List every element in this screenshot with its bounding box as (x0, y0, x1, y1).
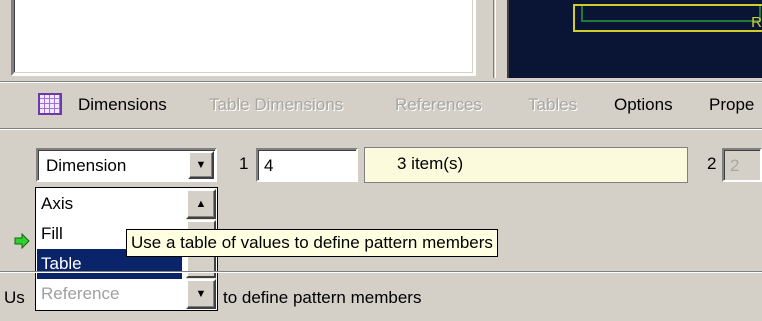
direction1-label: 1 (239, 154, 249, 173)
model-preview: R (507, 0, 762, 78)
pattern-grid-icon (38, 93, 62, 115)
status-text-suffix: to define pattern members (223, 288, 422, 307)
triangle-down-icon: ▼ (195, 288, 207, 300)
status-text-prefix: Us (4, 288, 25, 307)
tab-table-dimensions[interactable]: Table Dimensions (209, 95, 343, 115)
list-option-reference[interactable]: Reference (37, 279, 182, 309)
panel-splitter[interactable] (493, 0, 496, 78)
viewer-panel (11, 0, 476, 76)
separator-status (0, 271, 762, 273)
scroll-up-button[interactable]: ▲ (186, 189, 216, 219)
direction1-items-text: 3 item(s) (397, 154, 464, 173)
tooltip: Use a table of values to define pattern … (126, 229, 498, 257)
list-option-axis[interactable]: Axis (37, 189, 182, 219)
tab-references[interactable]: References (395, 95, 482, 115)
tab-tables[interactable]: Tables (528, 95, 577, 115)
triangle-down-icon: ▼ (195, 159, 207, 171)
separator-top (0, 81, 762, 83)
dashboard-tabs: Dimensions Table Dimensions References T… (0, 86, 762, 126)
tab-options[interactable]: Options (614, 95, 673, 115)
direction1-count-input[interactable]: 4 (256, 148, 358, 182)
direction2-count-input[interactable]: 2 (722, 148, 762, 182)
direction1-count-value: 4 (264, 156, 274, 175)
direction2-count-value: 2 (730, 156, 740, 175)
direction2-label: 2 (707, 154, 717, 173)
tab-dimensions[interactable]: Dimensions (78, 95, 167, 115)
combo-dropdown-button[interactable]: ▼ (188, 151, 214, 179)
preview-corner-label: R (751, 14, 762, 31)
preview-yellow-outline (573, 4, 762, 32)
separator-tabs (0, 128, 762, 130)
triangle-up-icon: ▲ (195, 198, 207, 210)
tab-properties[interactable]: Prope (709, 95, 754, 115)
pattern-type-value: Dimension (46, 156, 127, 175)
direction1-items-field[interactable]: 3 item(s) (364, 147, 688, 183)
pattern-type-combo[interactable]: Dimension ▼ (36, 148, 217, 182)
green-arrow-icon[interactable] (14, 233, 30, 249)
scroll-down-button[interactable]: ▼ (186, 279, 216, 309)
